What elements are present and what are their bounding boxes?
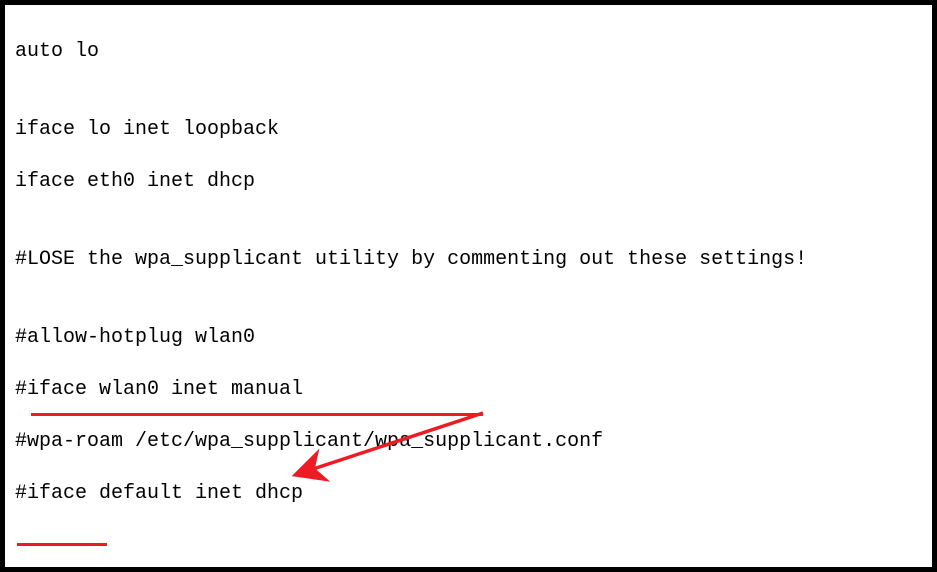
annotation-underline <box>31 413 483 416</box>
config-file-box: auto lo iface lo inet loopback iface eth… <box>0 0 937 572</box>
code-line: iface eth0 inet dhcp <box>15 169 922 195</box>
code-line: #LOSE the wpa_supplicant utility by comm… <box>15 247 922 273</box>
code-line: #iface default inet dhcp <box>15 481 922 507</box>
code-line: #wpa-roam /etc/wpa_supplicant/wpa_suppli… <box>15 429 922 455</box>
code-line: #iface wlan0 inet manual <box>15 377 922 403</box>
code-line: #allow-hotplug wlan0 <box>15 325 922 351</box>
annotation-underline <box>17 543 107 546</box>
code-line: iface lo inet loopback <box>15 117 922 143</box>
code-line: auto lo <box>15 39 922 65</box>
